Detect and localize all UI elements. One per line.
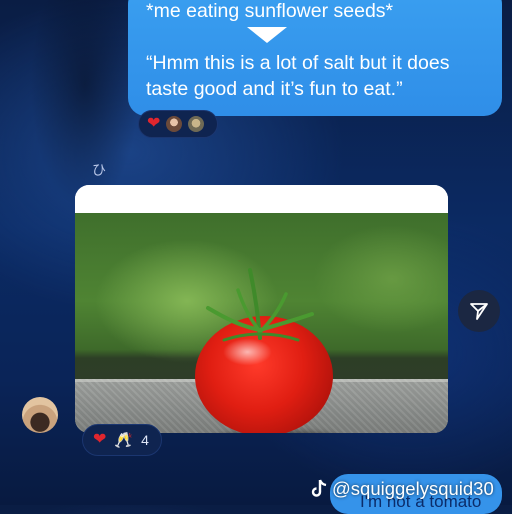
watermark-handle: @squiggelysquid30 — [332, 478, 494, 499]
photo-reactions[interactable]: ❤ 🥂 4 — [82, 424, 162, 456]
avatar — [188, 116, 205, 132]
tomato-photo — [75, 213, 448, 433]
reaction-count: 4 — [141, 432, 149, 448]
sender-avatar[interactable] — [22, 397, 58, 433]
send-icon — [470, 303, 488, 320]
glyph-label: ひ — [92, 162, 106, 178]
tiktok-watermark: @squiggelysquid30 — [310, 478, 494, 500]
share-button[interactable] — [458, 290, 500, 332]
message-reactions[interactable]: ❤ — [138, 110, 218, 138]
heart-icon: ❤ — [147, 115, 161, 132]
tomato-stem — [206, 268, 314, 342]
background-silhouette — [30, 0, 140, 210]
sent-message-bubble[interactable]: *me eating sunflower seeds* “Hmm this is… — [128, 0, 502, 116]
photo-message[interactable] — [75, 185, 448, 433]
photo-header — [75, 185, 448, 213]
message-line-1: *me eating sunflower seeds* — [146, 0, 394, 22]
tiktok-icon — [311, 479, 327, 497]
photo-notch — [247, 27, 287, 43]
cheers-icon: 🥂 — [114, 432, 134, 449]
message-line-2: “Hmm this is a lot of salt but it does t… — [146, 52, 450, 100]
avatar — [166, 116, 183, 132]
heart-icon: ❤ — [93, 431, 107, 448]
